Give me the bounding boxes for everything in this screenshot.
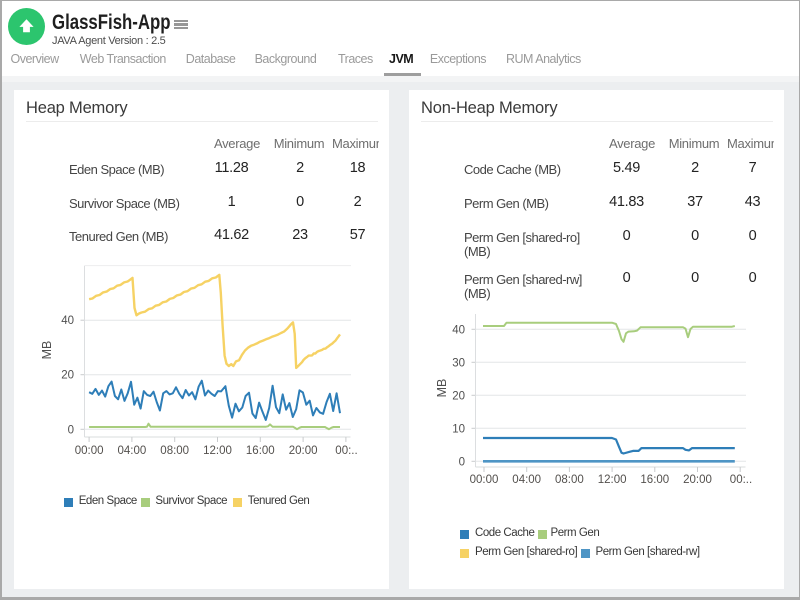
svg-text:08:00: 08:00 xyxy=(160,445,189,457)
svg-text:MB: MB xyxy=(40,341,54,360)
svg-text:10: 10 xyxy=(452,423,465,435)
svg-text:20: 20 xyxy=(452,390,465,402)
svg-text:12:00: 12:00 xyxy=(598,474,627,486)
svg-text:00:00: 00:00 xyxy=(75,445,104,457)
svg-text:16:00: 16:00 xyxy=(246,445,275,457)
svg-text:04:00: 04:00 xyxy=(118,445,147,457)
svg-text:20:00: 20:00 xyxy=(289,445,318,457)
svg-text:08:00: 08:00 xyxy=(555,474,584,486)
svg-text:00:00: 00:00 xyxy=(470,474,499,486)
svg-text:MB: MB xyxy=(435,379,449,398)
svg-text:00:..: 00:.. xyxy=(335,445,357,457)
svg-text:40: 40 xyxy=(61,315,74,327)
svg-text:0: 0 xyxy=(68,424,74,436)
svg-text:40: 40 xyxy=(452,324,465,336)
svg-text:0: 0 xyxy=(459,456,465,468)
svg-text:04:00: 04:00 xyxy=(512,474,541,486)
svg-text:12:00: 12:00 xyxy=(203,445,232,457)
svg-text:16:00: 16:00 xyxy=(640,474,669,486)
svg-text:30: 30 xyxy=(452,357,465,369)
svg-text:20: 20 xyxy=(61,370,74,382)
svg-text:00:..: 00:.. xyxy=(730,474,752,486)
svg-text:20:00: 20:00 xyxy=(683,474,712,486)
